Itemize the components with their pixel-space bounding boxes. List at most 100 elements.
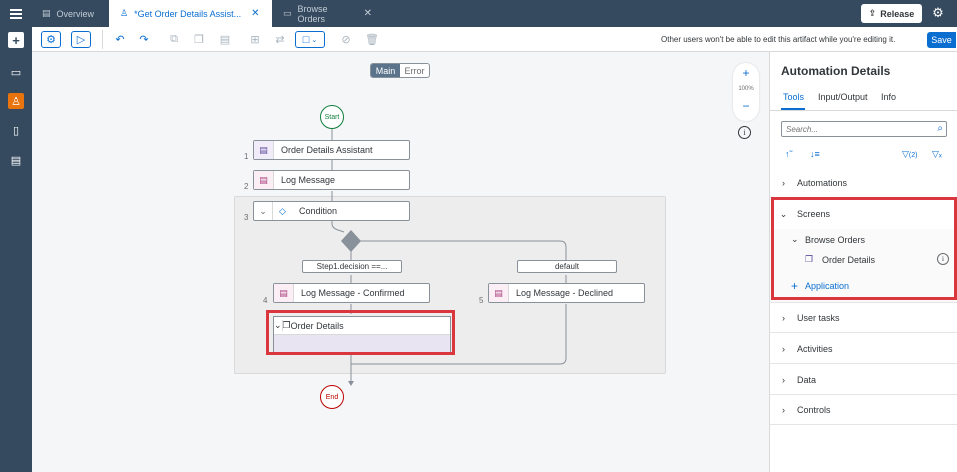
- run-icon[interactable]: ▷: [71, 31, 91, 48]
- swap-icon[interactable]: ⇄: [270, 31, 290, 48]
- release-button[interactable]: ⇪ Release: [861, 4, 922, 23]
- chevron-right-icon: ›: [782, 312, 785, 323]
- redo-icon[interactable]: ↷: [134, 31, 154, 48]
- editor-toolbar: ⚙ ▷ ↶ ↷ ⧉ ❐ ▤ ⊞ ⇄ □ ⌄ ⊘ 🗑 Other users won…: [32, 27, 957, 52]
- chevron-right-icon: ›: [782, 374, 785, 385]
- filter-count: (2): [908, 152, 918, 159]
- clipboard-icon: ▤: [254, 141, 274, 159]
- step-condition[interactable]: ⌄ ◇ Condition: [253, 201, 410, 221]
- section-label: User tasks: [797, 312, 840, 323]
- application-icon: ▭: [283, 8, 292, 18]
- step-label: Order Details Assistant: [281, 145, 373, 155]
- section-automations[interactable]: › Automations: [770, 168, 957, 198]
- branch-default-label[interactable]: default: [517, 260, 617, 273]
- save-button[interactable]: Save: [927, 32, 956, 48]
- step-number: 4: [263, 296, 268, 305]
- branch-condition-label[interactable]: Step1.decision ==...: [302, 260, 402, 273]
- left-navigation: + ▭ ♙ ▯ ▤: [0, 27, 32, 472]
- search-field[interactable]: ⌕: [781, 121, 947, 137]
- add-step-icon[interactable]: ⊞: [245, 31, 265, 48]
- monitor-icon[interactable]: ▭: [8, 64, 24, 80]
- document-icon[interactable]: ▯: [8, 122, 24, 138]
- tab-label: *Get Order Details Assist...: [134, 8, 242, 19]
- square-icon: □: [302, 33, 310, 46]
- undo-icon[interactable]: ↶: [110, 31, 130, 48]
- step-order-details-assistant[interactable]: ▤ Order Details Assistant: [253, 140, 410, 160]
- section-label: Automations: [797, 177, 848, 188]
- sort-ascending-icon[interactable]: ↑˜: [785, 149, 793, 159]
- edit-lock-note: Other users won't be able to edit this a…: [661, 35, 896, 44]
- step-label: Log Message: [281, 175, 336, 185]
- highlight-box: [771, 197, 957, 300]
- tab-get-order-details[interactable]: ♙ *Get Order Details Assist... ✕: [109, 0, 272, 27]
- clipboard-icon[interactable]: ▤: [8, 152, 24, 168]
- project-icon[interactable]: ♙: [8, 93, 24, 109]
- step-number: 5: [479, 296, 484, 305]
- clipboard-icon: ▤: [274, 284, 294, 302]
- step-label: Log Message - Declined: [516, 288, 614, 298]
- filter-icon[interactable]: ▽(2): [902, 149, 917, 160]
- section-label: Data: [797, 374, 817, 385]
- delete-icon[interactable]: 🗑: [362, 31, 382, 48]
- close-icon[interactable]: ✕: [251, 8, 259, 19]
- plus-icon[interactable]: +: [8, 32, 24, 48]
- chevron-right-icon: ›: [782, 343, 785, 354]
- duplicate-icon[interactable]: ❐: [189, 31, 209, 48]
- hamburger-icon: [10, 8, 22, 19]
- section-controls[interactable]: › Controls: [770, 395, 957, 425]
- chevron-down-icon[interactable]: ⌄: [254, 206, 272, 217]
- document-icon: ▤: [42, 8, 51, 18]
- start-node[interactable]: Start: [320, 105, 344, 129]
- sort-descending-icon[interactable]: ↓≡: [810, 149, 820, 159]
- highlight-box: [266, 310, 455, 355]
- step-number: 1: [244, 152, 249, 161]
- step-label: Condition: [299, 206, 338, 216]
- panel-tabs: Tools Input/Output Info: [770, 89, 957, 111]
- search-input[interactable]: [786, 123, 926, 135]
- tab-label: Browse Orders: [297, 3, 328, 24]
- diamond-icon: ◇: [272, 202, 292, 220]
- tab-tools[interactable]: Tools: [783, 92, 804, 102]
- upload-icon: ⇪: [868, 8, 877, 18]
- debug-icon[interactable]: ⚙: [41, 31, 61, 48]
- step-number: 2: [244, 182, 249, 191]
- tab-input-output[interactable]: Input/Output: [818, 92, 868, 102]
- clipboard-icon: ▤: [489, 284, 509, 302]
- menu-button[interactable]: [0, 0, 32, 27]
- end-node[interactable]: End: [320, 385, 344, 409]
- tab-overview[interactable]: ▤ Overview: [32, 0, 109, 27]
- tab-info[interactable]: Info: [881, 92, 896, 102]
- step-label: Log Message - Confirmed: [301, 288, 405, 298]
- top-tab-bar: ▤ Overview ♙ *Get Order Details Assist..…: [0, 0, 957, 27]
- close-icon[interactable]: ✕: [364, 8, 372, 19]
- section-activities[interactable]: › Activities: [770, 334, 957, 364]
- toolbar-divider: [102, 30, 103, 49]
- step-log-message-declined[interactable]: ▤ Log Message - Declined: [488, 283, 645, 303]
- step-number: 3: [244, 213, 249, 222]
- chevron-right-icon: ›: [782, 404, 785, 415]
- gear-icon[interactable]: ⚙: [931, 6, 945, 20]
- panel-title: Automation Details: [781, 64, 891, 78]
- step-log-message-confirmed[interactable]: ▤ Log Message - Confirmed: [273, 283, 430, 303]
- clipboard-icon: ▤: [254, 171, 274, 189]
- tab-underline: [781, 108, 805, 110]
- tab-label: Overview: [56, 8, 95, 19]
- chevron-right-icon: ›: [782, 177, 785, 188]
- automation-icon: ♙: [120, 8, 129, 18]
- step-log-message[interactable]: ▤ Log Message: [253, 170, 410, 190]
- copy-icon[interactable]: ⧉: [164, 31, 184, 48]
- section-data[interactable]: › Data: [770, 365, 957, 395]
- tab-browse-orders[interactable]: ▭ Browse Orders ✕: [272, 0, 372, 27]
- section-label: Controls: [797, 404, 831, 415]
- chevron-down-icon: ⌄: [311, 36, 318, 44]
- search-icon[interactable]: ⌕: [937, 123, 943, 134]
- section-label: Activities: [797, 343, 833, 354]
- group-dropdown-button[interactable]: □ ⌄: [295, 31, 325, 48]
- disable-icon[interactable]: ⊘: [336, 31, 356, 48]
- section-user-tasks[interactable]: › User tasks: [770, 303, 957, 333]
- paste-icon[interactable]: ▤: [215, 31, 235, 48]
- automation-details-panel: Automation Details Tools Input/Output In…: [769, 52, 957, 472]
- flow-canvas[interactable]: Main Error + 100% − i Start 1 ▤ Order De…: [32, 52, 769, 472]
- clear-filter-icon[interactable]: ▽ₓ: [932, 149, 942, 160]
- release-label: Release: [880, 8, 915, 19]
